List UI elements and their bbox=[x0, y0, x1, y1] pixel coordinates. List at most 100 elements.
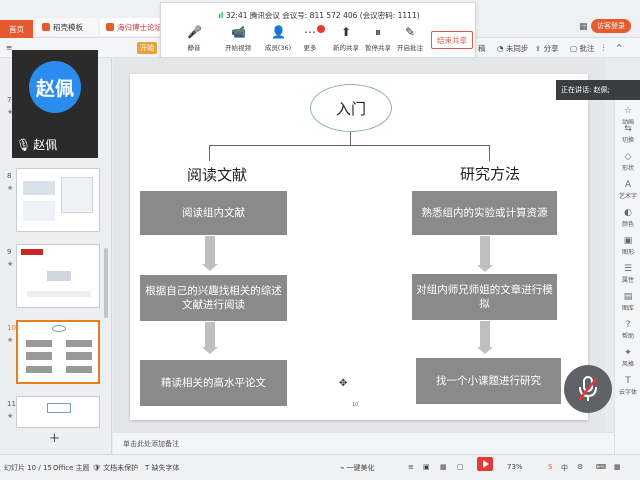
ime-chinese-icon[interactable]: 中 bbox=[561, 463, 568, 473]
participant-video: 赵佩 🎙 赵佩 bbox=[12, 50, 98, 158]
pen-icon: ✎ bbox=[404, 25, 416, 39]
tool-shape-label: 形状 bbox=[621, 165, 634, 172]
left-box-1: 阅读组内文献 bbox=[140, 191, 287, 235]
share-screen-icon: ⬆ bbox=[340, 25, 352, 39]
collapse-icon[interactable]: ^ bbox=[616, 43, 622, 52]
microphone-icon: 🎙 bbox=[16, 137, 32, 152]
end-share-button[interactable]: 结束共享 bbox=[431, 31, 473, 49]
ime-keyboard-icon[interactable]: ⌨ bbox=[596, 463, 606, 471]
app-window: 首页 稻壳模板 海归博士论坛.pptx + 访客登录 ▦ ≡ 稿 ◔ 未同步 ⇪… bbox=[0, 0, 640, 480]
transition-icon: ⇆ bbox=[624, 124, 632, 134]
thumb-box bbox=[66, 352, 92, 360]
properties-icon: ☰ bbox=[623, 264, 633, 274]
notes-toggle-icon[interactable]: ≡ bbox=[408, 463, 414, 471]
tool-wordart[interactable]: A 艺术字 bbox=[615, 180, 640, 200]
thumb-box bbox=[47, 271, 71, 281]
down-arrow bbox=[202, 322, 218, 354]
new-share-button[interactable]: ⬆ 新的共享 bbox=[329, 25, 363, 52]
right-box-3: 找一个小课题进行研究 bbox=[416, 358, 561, 404]
avatar: 赵佩 bbox=[29, 61, 81, 113]
gallery-icon: ▤ bbox=[623, 292, 633, 302]
tab-home[interactable]: 首页 bbox=[0, 20, 33, 38]
tool-animation[interactable]: ☆ 动画 bbox=[615, 106, 640, 126]
tool-color[interactable]: ◐ 颜色 bbox=[615, 208, 640, 228]
unsynced-button[interactable]: ◔ 未同步 bbox=[497, 43, 528, 54]
tool-help[interactable]: ? 帮助 bbox=[615, 320, 640, 340]
tool-transition[interactable]: ⇆ 切换 bbox=[615, 124, 640, 144]
meeting-header: ıl 32:41 腾讯会议 会议号: 811 572 406 (会议密码: 11… bbox=[161, 10, 477, 21]
zoom-level[interactable]: 73% bbox=[507, 463, 523, 471]
tool-cloud-font-label: 云字体 bbox=[618, 389, 637, 396]
add-slide-button[interactable]: + bbox=[49, 431, 60, 446]
current-slide[interactable]: 入门 阅读文献 研究方法 阅读组内文献 根据自己的兴趣找相关的综述文献进行阅读 … bbox=[130, 74, 612, 420]
muted-mic-overlay bbox=[564, 365, 612, 413]
thumb-box bbox=[27, 291, 91, 297]
animation-star-icon: ★ bbox=[7, 260, 14, 268]
login-button[interactable]: 访客登录 bbox=[591, 19, 631, 33]
tool-cloud-font[interactable]: T 云字体 bbox=[615, 376, 640, 396]
comment-button[interactable]: ▢ 批注 bbox=[570, 43, 594, 54]
thumb-image bbox=[23, 181, 55, 195]
tab-pptx[interactable]: 海归博士论坛.pptx bbox=[100, 18, 162, 36]
tool-shape[interactable]: ◇ 形状 bbox=[615, 152, 640, 172]
reading-view-icon[interactable]: ▢ bbox=[457, 463, 464, 471]
animation-icon: ☆ bbox=[623, 106, 633, 116]
beautify-button[interactable]: ⌁ 一键美化 bbox=[340, 463, 374, 473]
thumbnail-scrollbar[interactable] bbox=[104, 248, 108, 318]
slide-number-7: 7 bbox=[7, 96, 12, 104]
theme-name: Office 主题 bbox=[53, 464, 90, 472]
start-tab[interactable]: 开始 bbox=[137, 42, 157, 54]
thumb-image bbox=[61, 177, 93, 213]
share-button[interactable]: ⇪ 分享 bbox=[535, 43, 559, 54]
missing-font[interactable]: T 缺失字体 bbox=[145, 463, 180, 473]
annotate-button[interactable]: ✎ 开启批注 bbox=[393, 25, 427, 52]
tool-style-label: 风格 bbox=[621, 361, 634, 368]
slide-thumbnail-8[interactable] bbox=[16, 168, 100, 232]
slide-thumbnail-11[interactable] bbox=[16, 396, 100, 428]
animation-star-icon: ★ bbox=[7, 412, 14, 420]
meeting-title: 腾讯会议 会议号: 811 572 406 bbox=[249, 11, 358, 20]
tool-gallery[interactable]: ▤ 图库 bbox=[615, 292, 640, 312]
grid-icon[interactable]: ▦ bbox=[579, 22, 588, 32]
ime-icon[interactable]: S bbox=[548, 463, 552, 471]
right-box-2: 对组内师兄师姐的文章进行模拟 bbox=[412, 274, 557, 320]
signal-icon: ıl bbox=[218, 11, 224, 20]
pause-share-button[interactable]: ⏸ 暂停共享 bbox=[361, 25, 395, 52]
microphone-icon: 🎤 bbox=[187, 25, 202, 39]
connector-line bbox=[350, 132, 351, 146]
slide-count: 幻灯片 10 / 15 bbox=[4, 464, 52, 472]
play-slideshow-button[interactable] bbox=[477, 457, 493, 471]
pause-share-label: 暂停共享 bbox=[365, 44, 391, 52]
tool-style[interactable]: ✦ 风格 bbox=[615, 348, 640, 368]
ribbon-tab-partial[interactable]: 稿 bbox=[478, 43, 486, 54]
thumb-box bbox=[26, 352, 52, 360]
protection-status[interactable]: 🛡 文档未保护 bbox=[92, 463, 138, 473]
thumb-image bbox=[23, 201, 55, 221]
tool-graphic[interactable]: ▣ 图形 bbox=[615, 236, 640, 256]
start-video-label: 开始视频 bbox=[225, 44, 251, 52]
members-button[interactable]: 👤 成员(36) bbox=[261, 25, 295, 52]
ime-tools-icon[interactable]: ⚙ bbox=[577, 463, 583, 471]
notes-placeholder: 单击此处添加备注 bbox=[123, 440, 179, 448]
participant-name: 赵佩 bbox=[33, 138, 58, 152]
members-icon: 👤 bbox=[271, 25, 286, 39]
tab-docer[interactable]: 稻壳模板 bbox=[36, 18, 98, 36]
ime-grid-icon[interactable]: ▦ bbox=[614, 463, 621, 471]
tool-help-label: 帮助 bbox=[621, 333, 634, 340]
slide-thumbnail-10[interactable] bbox=[16, 320, 100, 384]
normal-view-icon[interactable]: ▣ bbox=[423, 463, 430, 471]
notes-pane[interactable]: 单击此处添加备注 bbox=[113, 432, 614, 454]
image-icon: ▣ bbox=[623, 236, 633, 246]
beautify-label: 一键美化 bbox=[346, 464, 375, 472]
style-icon: ✦ bbox=[624, 348, 632, 358]
mute-button[interactable]: 🎤 静音 bbox=[177, 25, 211, 52]
start-video-button[interactable]: 📹 开始视频 bbox=[221, 25, 255, 52]
tool-properties[interactable]: ☰ 属性 bbox=[615, 264, 640, 284]
slide-thumbnail-9[interactable] bbox=[16, 244, 100, 308]
thumb-box bbox=[26, 366, 52, 373]
sorter-view-icon[interactable]: ▦ bbox=[440, 463, 447, 471]
camera-off-icon: 📹 bbox=[231, 25, 246, 39]
more-icon[interactable]: ⋮ bbox=[600, 43, 608, 52]
more-dots-icon: ⋯ bbox=[304, 25, 316, 39]
ppt-file-icon bbox=[106, 23, 114, 31]
